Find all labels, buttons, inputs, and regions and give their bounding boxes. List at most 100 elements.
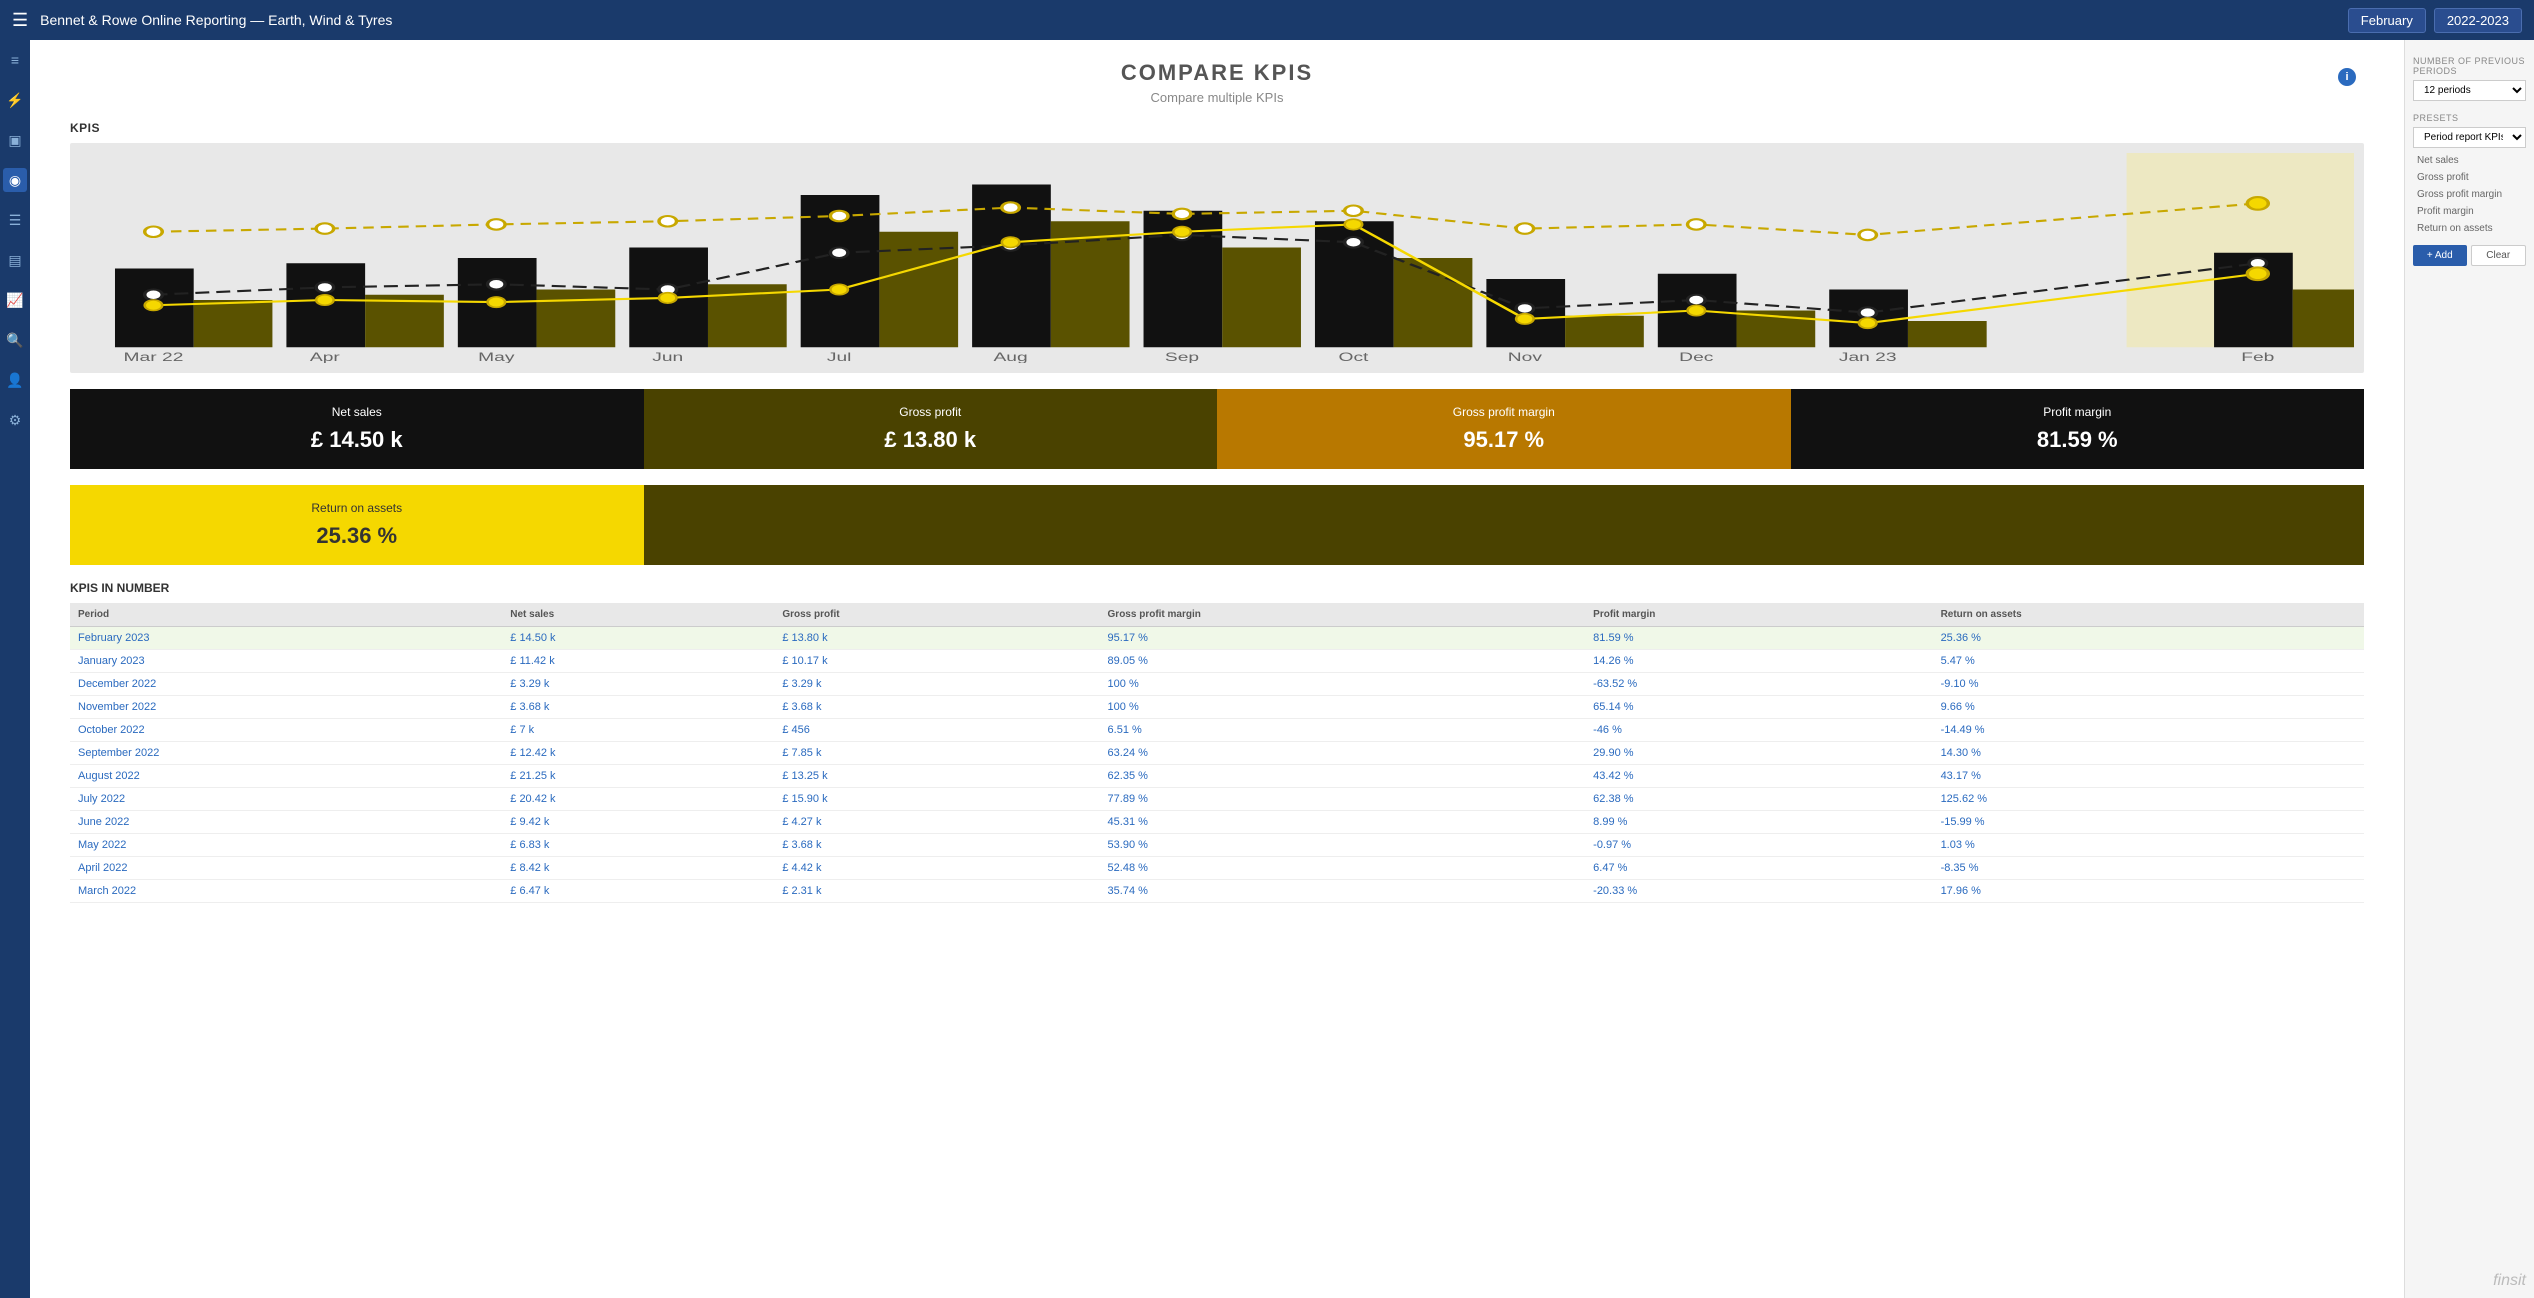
- table-row[interactable]: October 2022 £ 7 k £ 456 6.51 % -46 % -1…: [70, 719, 2364, 742]
- svg-text:Jan 23: Jan 23: [1839, 351, 1897, 363]
- cell-gross-profit-margin: 100 %: [1100, 696, 1586, 719]
- net-sales-label: Net sales: [90, 405, 624, 419]
- kpi-card-net-sales: Net sales £ 14.50 k: [70, 389, 644, 469]
- table-row[interactable]: September 2022 £ 12.42 k £ 7.85 k 63.24 …: [70, 742, 2364, 765]
- table-row[interactable]: April 2022 £ 8.42 k £ 4.42 k 52.48 % 6.4…: [70, 857, 2364, 880]
- kpi-card-gross-profit: Gross profit £ 13.80 k: [644, 389, 1218, 469]
- cell-roa: 25.36 %: [1933, 627, 2364, 650]
- kpis-section-label: KPIS: [70, 121, 2364, 135]
- app-layout: ≡ ⚡ ▣ ◉ ☰ ▤ 📈 🔍 👤 ⚙ COMPARE KPIS Compare…: [0, 40, 2534, 1298]
- svg-text:Nov: Nov: [1508, 351, 1542, 363]
- kpi-chart: Mar 22 Apr May Jun Jul Aug Sep Oct Nov D…: [70, 143, 2364, 373]
- table-row[interactable]: June 2022 £ 9.42 k £ 4.27 k 45.31 % 8.99…: [70, 811, 2364, 834]
- cell-net-sales: £ 8.42 k: [502, 857, 774, 880]
- page-header: COMPARE KPIS Compare multiple KPIs i: [70, 60, 2364, 105]
- svg-text:Apr: Apr: [310, 351, 341, 363]
- sidebar-icon-lightning[interactable]: ⚡: [3, 88, 27, 112]
- gross-margin-label: Gross profit margin: [1237, 405, 1771, 419]
- info-icon[interactable]: i: [2338, 68, 2356, 86]
- cell-gross-profit: £ 15.90 k: [774, 788, 1099, 811]
- kpi-option-roa[interactable]: Return on assets: [2413, 220, 2526, 237]
- table-row[interactable]: March 2022 £ 6.47 k £ 2.31 k 35.74 % -20…: [70, 880, 2364, 903]
- year-dropdown[interactable]: 2022-2023: [2434, 8, 2522, 33]
- cell-roa: -9.10 %: [1933, 673, 2364, 696]
- cell-gross-profit: £ 7.85 k: [774, 742, 1099, 765]
- cell-profit-margin: 62.38 %: [1585, 788, 1932, 811]
- kpi-card-roa: Return on assets 25.36 %: [70, 485, 644, 565]
- profit-margin-label: Profit margin: [1811, 405, 2345, 419]
- col-net-sales: Net sales: [502, 603, 774, 627]
- cell-period: June 2022: [70, 811, 502, 834]
- table-row[interactable]: August 2022 £ 21.25 k £ 13.25 k 62.35 % …: [70, 765, 2364, 788]
- cell-profit-margin: -63.52 %: [1585, 673, 1932, 696]
- table-row[interactable]: July 2022 £ 20.42 k £ 15.90 k 77.89 % 62…: [70, 788, 2364, 811]
- kpi-option-profit-margin[interactable]: Profit margin: [2413, 203, 2526, 220]
- periods-label: NUMBER OF PREVIOUS PERIODS: [2413, 56, 2526, 76]
- table-row[interactable]: November 2022 £ 3.68 k £ 3.68 k 100 % 65…: [70, 696, 2364, 719]
- cell-gross-profit: £ 10.17 k: [774, 650, 1099, 673]
- net-sales-value: £ 14.50 k: [90, 427, 624, 453]
- cell-gross-profit-margin: 89.05 %: [1100, 650, 1586, 673]
- clear-button[interactable]: Clear: [2471, 245, 2527, 266]
- cell-profit-margin: 43.42 %: [1585, 765, 1932, 788]
- col-profit-margin: Profit margin: [1585, 603, 1932, 627]
- cell-gross-profit-margin: 77.89 %: [1100, 788, 1586, 811]
- presets-dropdown[interactable]: Period report KPIs: [2413, 127, 2526, 148]
- svg-text:Oct: Oct: [1338, 351, 1369, 363]
- sidebar-icon-table[interactable]: ▤: [3, 248, 27, 272]
- top-nav: ☰ Bennet & Rowe Online Reporting — Earth…: [0, 0, 2534, 40]
- cell-gross-profit-margin: 35.74 %: [1100, 880, 1586, 903]
- cell-profit-margin: 6.47 %: [1585, 857, 1932, 880]
- add-button[interactable]: + Add: [2413, 245, 2467, 266]
- cell-gross-profit-margin: 45.31 %: [1100, 811, 1586, 834]
- cell-period: May 2022: [70, 834, 502, 857]
- main-content: COMPARE KPIS Compare multiple KPIs i KPI…: [30, 40, 2404, 1298]
- cell-net-sales: £ 6.47 k: [502, 880, 774, 903]
- cell-gross-profit-margin: 95.17 %: [1100, 627, 1586, 650]
- cell-net-sales: £ 14.50 k: [502, 627, 774, 650]
- cell-period: April 2022: [70, 857, 502, 880]
- action-buttons: + Add Clear: [2413, 245, 2526, 266]
- svg-text:Jul: Jul: [827, 351, 852, 363]
- sidebar-icon-kpi[interactable]: ◉: [3, 168, 27, 192]
- kpi-card-roa-row: Return on assets 25.36 %: [70, 485, 2364, 565]
- cell-profit-margin: 8.99 %: [1585, 811, 1932, 834]
- cell-net-sales: £ 12.42 k: [502, 742, 774, 765]
- cell-gross-profit: £ 4.27 k: [774, 811, 1099, 834]
- cell-gross-profit-margin: 52.48 %: [1100, 857, 1586, 880]
- sidebar-icon-user[interactable]: 👤: [3, 368, 27, 392]
- kpi-option-gross-profit-margin[interactable]: Gross profit margin: [2413, 186, 2526, 203]
- kpi-option-gross-profit[interactable]: Gross profit: [2413, 169, 2526, 186]
- sidebar: ≡ ⚡ ▣ ◉ ☰ ▤ 📈 🔍 👤 ⚙: [0, 40, 30, 1298]
- roa-label: Return on assets: [90, 501, 624, 515]
- cell-gross-profit-margin: 62.35 %: [1100, 765, 1586, 788]
- table-section: KPIS IN NUMBER Period Net sales Gross pr…: [70, 581, 2364, 903]
- cell-period: August 2022: [70, 765, 502, 788]
- cell-net-sales: £ 20.42 k: [502, 788, 774, 811]
- table-row[interactable]: February 2023 £ 14.50 k £ 13.80 k 95.17 …: [70, 627, 2364, 650]
- sidebar-icon-search[interactable]: 🔍: [3, 328, 27, 352]
- table-row[interactable]: May 2022 £ 6.83 k £ 3.68 k 53.90 % -0.97…: [70, 834, 2364, 857]
- cell-period: December 2022: [70, 673, 502, 696]
- kpi-option-net-sales[interactable]: Net sales: [2413, 152, 2526, 169]
- sidebar-icon-list[interactable]: ☰: [3, 208, 27, 232]
- sidebar-icon-settings[interactable]: ⚙: [3, 408, 27, 432]
- menu-icon[interactable]: ☰: [12, 10, 28, 31]
- cell-net-sales: £ 9.42 k: [502, 811, 774, 834]
- cell-net-sales: £ 11.42 k: [502, 650, 774, 673]
- cell-net-sales: £ 3.29 k: [502, 673, 774, 696]
- chart-svg: Mar 22 Apr May Jun Jul Aug Sep Oct Nov D…: [80, 153, 2354, 363]
- sidebar-icon-chart[interactable]: ▣: [3, 128, 27, 152]
- col-roa: Return on assets: [1933, 603, 2364, 627]
- table-row[interactable]: January 2023 £ 11.42 k £ 10.17 k 89.05 %…: [70, 650, 2364, 673]
- periods-dropdown[interactable]: 12 periods: [2413, 80, 2526, 101]
- sidebar-icon-trending[interactable]: 📈: [3, 288, 27, 312]
- cell-net-sales: £ 6.83 k: [502, 834, 774, 857]
- cell-roa: 14.30 %: [1933, 742, 2364, 765]
- month-dropdown[interactable]: February: [2348, 8, 2426, 33]
- sidebar-icon-menu[interactable]: ≡: [3, 48, 27, 72]
- cell-profit-margin: 14.26 %: [1585, 650, 1932, 673]
- table-row[interactable]: December 2022 £ 3.29 k £ 3.29 k 100 % -6…: [70, 673, 2364, 696]
- profit-margin-value: 81.59 %: [1811, 427, 2345, 453]
- cell-profit-margin: 29.90 %: [1585, 742, 1932, 765]
